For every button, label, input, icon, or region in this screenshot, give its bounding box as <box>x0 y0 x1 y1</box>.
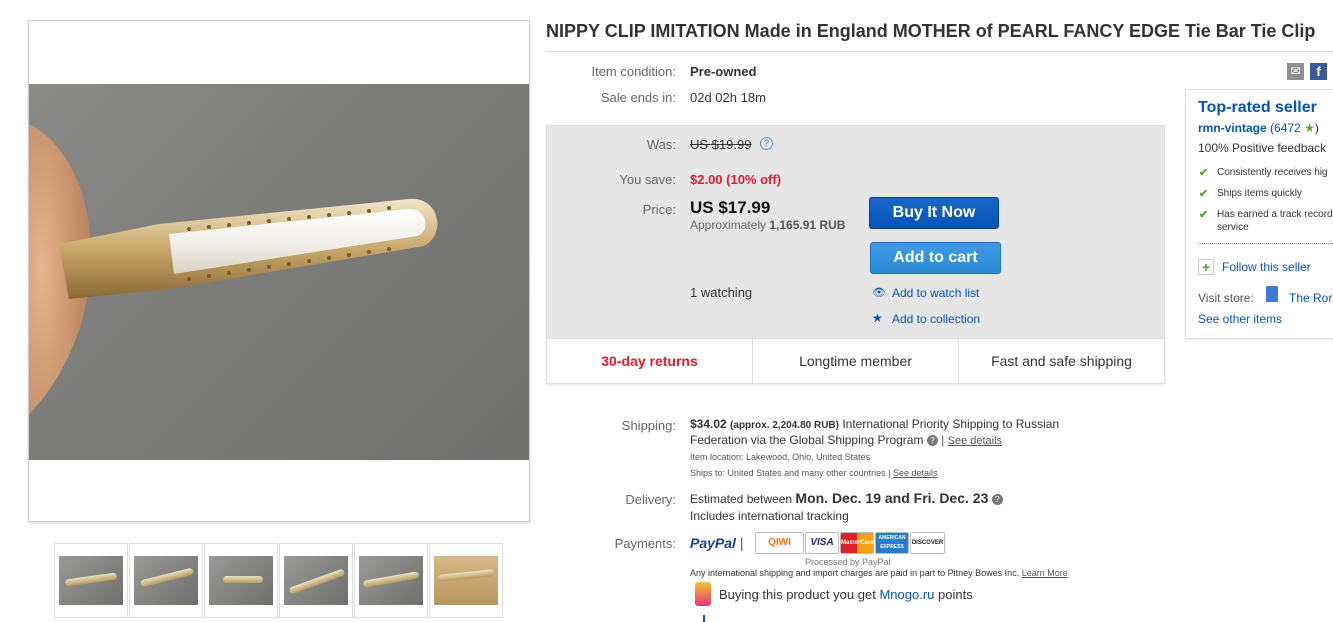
delivery-estimate: Estimated between Mon. Dec. 19 and Fri. … <box>690 490 1003 506</box>
seller-bullet-3-cont: service <box>1217 222 1249 233</box>
shipping-label: Shipping: <box>621 418 676 433</box>
shipping-approx: (approx. 2,204.80 RUB) <box>730 420 839 431</box>
check-icon: ✔ <box>1199 167 1209 179</box>
ships-to-label: Ships to: <box>690 468 726 478</box>
price-box: 30-day returns Longtime member Fast and … <box>546 125 1165 384</box>
price-label: Price: <box>642 202 676 217</box>
facebook-share-icon[interactable]: f <box>1310 63 1327 80</box>
feedback-count[interactable]: (6472 <box>1270 121 1301 135</box>
processed-by-paypal: Processed by PayPal <box>805 557 891 567</box>
delivery-info-icon[interactable]: ? <box>991 494 1003 506</box>
title-divider <box>546 51 1333 52</box>
feedback-star-icon: ★ <box>1304 121 1315 135</box>
approx-value: 1,165.91 RUB <box>769 218 846 232</box>
item-location: Item location: Lakewood, Ohio, United St… <box>690 452 870 462</box>
shipping-see-details-link[interactable]: See details <box>948 435 1002 447</box>
eye-icon: 👁 <box>872 287 886 299</box>
ships-to-value: United States and many other countries <box>727 468 886 478</box>
thumbnail-5[interactable] <box>354 543 428 618</box>
star-icon: ★ <box>872 311 883 325</box>
item-location-label: Item location: <box>690 452 744 462</box>
delivery-label: Delivery: <box>625 492 676 507</box>
check-icon: ✔ <box>1199 188 1209 200</box>
shipping-cost: $34.02 <box>690 417 727 431</box>
condition-value: Pre-owned <box>690 64 757 79</box>
partial-icon <box>703 615 705 622</box>
price-value: US $17.99 <box>690 198 771 217</box>
was-label: Was: <box>646 137 676 152</box>
returns-cell: 30-day returns <box>547 339 753 383</box>
ships-to-see-details-link[interactable]: See details <box>893 468 938 478</box>
amex-logo: AMERICAN EXPRESS <box>875 532 909 554</box>
seller-bullet-2: Ships items quickly <box>1217 188 1303 199</box>
follow-seller-link[interactable]: Follow this seller <box>1222 260 1311 274</box>
discover-logo: DISCOVER <box>910 532 945 554</box>
info-icon[interactable]: ? <box>926 435 938 447</box>
delivery-prefix: Estimated between <box>690 492 793 506</box>
visa-logo: VISA <box>805 532 839 554</box>
delivery-range: Mon. Dec. 19 and Fri. Dec. 23 <box>795 490 989 506</box>
trust-strip: 30-day returns Longtime member Fast and … <box>547 338 1164 383</box>
mnogo-suffix: points <box>938 587 973 602</box>
add-to-cart-button[interactable]: Add to cart <box>870 242 1001 274</box>
tie-clip-photo <box>29 124 438 414</box>
see-other-items-link[interactable]: See other items <box>1198 312 1282 326</box>
payments-label: Payments: <box>614 536 676 551</box>
watching-count: 1 watching <box>690 285 753 300</box>
follow-plus-icon[interactable]: + <box>1198 259 1214 275</box>
thumbnail-1[interactable] <box>54 543 128 618</box>
store-icon <box>1266 286 1278 302</box>
qiwi-logo: QIWI <box>755 532 804 554</box>
approx-prefix: Approximately <box>690 218 767 232</box>
mnogo-icon <box>695 582 711 606</box>
mastercard-logo: MasterCard <box>840 532 874 554</box>
condition-label: Item condition: <box>591 64 676 79</box>
sale-ends-value: 02d 02h 18m <box>690 90 766 105</box>
main-image-frame[interactable] <box>28 20 530 522</box>
shipping-service-2: Federation via the Global Shipping Progr… <box>690 433 924 447</box>
paypal-logo: PayPal | <box>690 535 744 551</box>
fast-shipping-cell: Fast and safe shipping <box>991 353 1132 369</box>
store-name-link[interactable]: The Ror <box>1289 291 1332 305</box>
thumbnail-2[interactable] <box>129 543 203 618</box>
buy-it-now-button[interactable]: Buy It Now <box>869 197 999 229</box>
positive-feedback: 100% Positive feedback <box>1198 141 1327 155</box>
tracking-note: Includes international tracking <box>690 509 849 523</box>
item-location-value: Lakewood, Ohio, United States <box>746 452 871 462</box>
visit-store-label: Visit store: <box>1198 291 1254 305</box>
add-to-watch-list-link[interactable]: Add to watch list <box>892 286 979 300</box>
top-rated-heading: Top-rated seller <box>1198 99 1317 116</box>
ships-to: Ships to: United States and many other c… <box>690 468 938 478</box>
shipping-line-1: $34.02 (approx. 2,204.80 RUB) Internatio… <box>690 417 1059 431</box>
email-share-icon[interactable]: ✉ <box>1287 63 1304 80</box>
main-product-photo[interactable] <box>29 84 529 460</box>
help-icon[interactable]: ? <box>760 137 773 150</box>
import-charges-note: Any international shipping and import ch… <box>690 568 1068 578</box>
seller-identity: rmn-vintage (6472 ★) <box>1198 121 1319 135</box>
you-save-label: You save: <box>619 172 676 187</box>
import-note-text: Any international shipping and import ch… <box>690 568 1020 578</box>
was-price: US $19.99 <box>690 137 752 152</box>
thumbnail-6[interactable] <box>429 543 503 618</box>
add-to-collection-link[interactable]: Add to collection <box>892 312 980 326</box>
mnogo-points: Buying this product you get Mnogo.ru poi… <box>719 587 973 602</box>
shipping-service-1: International Priority Shipping to Russi… <box>842 417 1060 431</box>
listing-title: NIPPY CLIP IMITATION Made in England MOT… <box>546 21 1316 41</box>
longtime-member-cell: Longtime member <box>753 339 959 383</box>
approx-price: Approximately 1,165.91 RUB <box>690 218 845 232</box>
seller-bullet-3: Has earned a track record <box>1217 209 1333 220</box>
sale-ends-label: Sale ends in: <box>600 90 676 105</box>
seller-bullet-1: Consistently receives hig <box>1217 167 1328 178</box>
learn-more-link[interactable]: Learn More <box>1022 568 1068 578</box>
check-icon: ✔ <box>1199 209 1209 221</box>
thumbnail-4[interactable] <box>279 543 353 618</box>
you-save-value: $2.00 (10% off) <box>690 172 782 187</box>
seller-name-link[interactable]: rmn-vintage <box>1198 121 1267 135</box>
thumbnail-3[interactable] <box>204 543 278 618</box>
seller-divider <box>1198 243 1333 244</box>
shipping-line-2: Federation via the Global Shipping Progr… <box>690 433 1003 447</box>
feedback-close: ) <box>1314 121 1319 135</box>
mnogo-prefix: Buying this product you get <box>719 587 876 602</box>
mnogo-link[interactable]: Mnogo.ru <box>879 587 934 602</box>
